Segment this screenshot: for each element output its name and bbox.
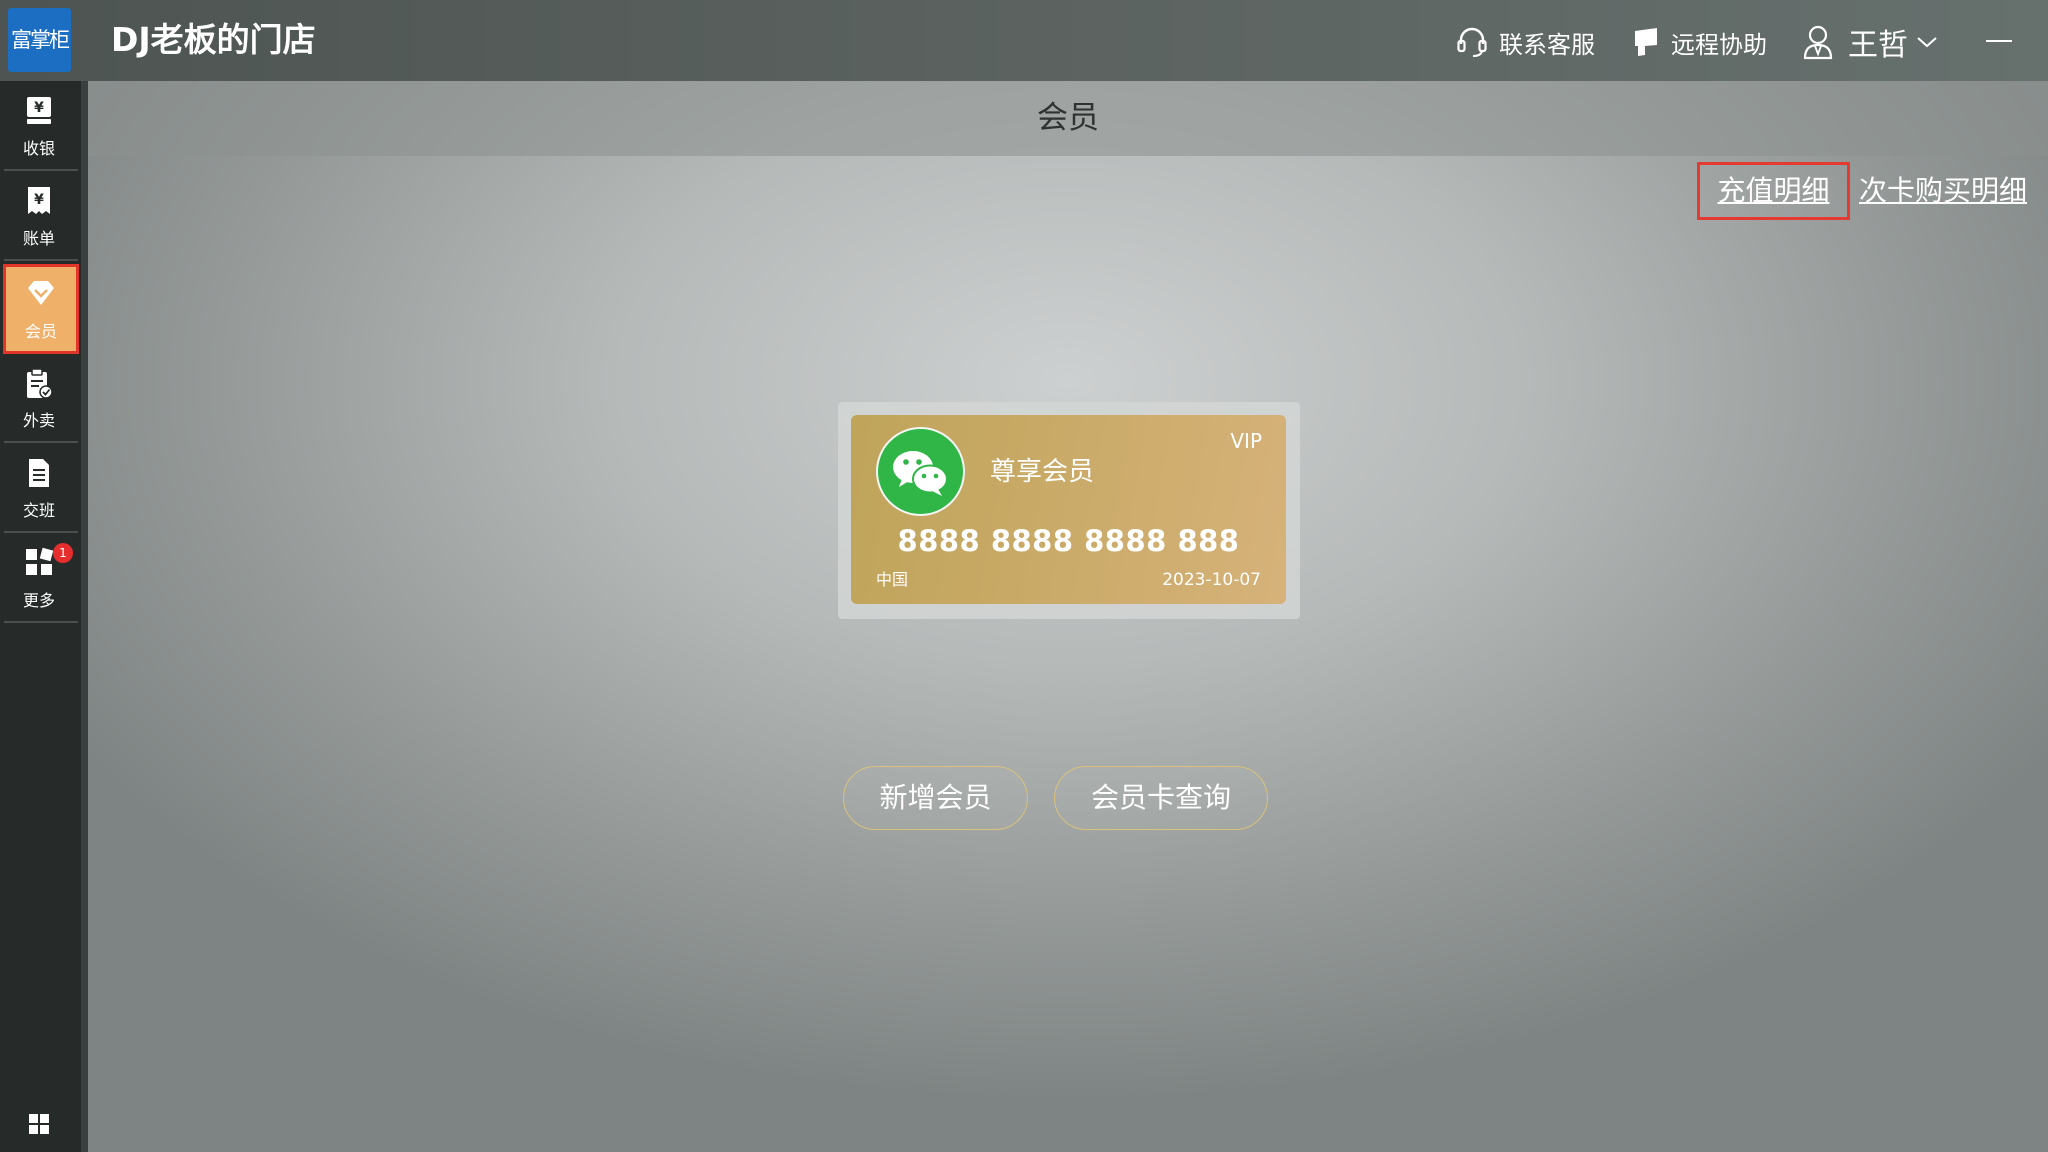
app-logo: 富掌柜 bbox=[8, 8, 71, 72]
sidebar-item-more[interactable]: 1 更多 bbox=[0, 533, 78, 623]
member-card-query-button[interactable]: 会员卡查询 bbox=[1054, 766, 1268, 830]
sidebar-divider bbox=[81, 81, 88, 1152]
sidebar-item-shift[interactable]: 交班 bbox=[0, 443, 78, 533]
user-menu[interactable]: 王哲 bbox=[1802, 22, 1938, 63]
sidebar-item-members[interactable]: 会员 bbox=[3, 264, 79, 354]
cashier-icon: ¥ bbox=[0, 95, 78, 129]
sidebar-item-takeout[interactable]: 外卖 bbox=[0, 353, 78, 443]
member-card: VIP 尊享会员 8888 8888 8888 888 中国 2023-10-0… bbox=[851, 415, 1286, 604]
remote-assist-button[interactable]: 远程协助 bbox=[1631, 22, 1767, 62]
card-number: 8888 8888 8888 888 bbox=[897, 524, 1240, 558]
minimize-button[interactable] bbox=[1984, 26, 2014, 56]
user-icon bbox=[1802, 24, 1834, 60]
takeout-clipboard-icon bbox=[0, 367, 78, 401]
sidebar-item-label: 会员 bbox=[24, 322, 57, 341]
page-title: 会员 bbox=[1037, 100, 1099, 136]
wechat-icon bbox=[876, 427, 965, 516]
store-title: DJ老板的门店 bbox=[111, 20, 316, 59]
sidebar-item-label: 更多 bbox=[22, 591, 55, 610]
main-content: 会员 充值明细 次卡购买明细 VIP 尊享会员 8888 8888 8888 8… bbox=[88, 81, 2048, 1152]
count-card-purchase-detail-link[interactable]: 次卡购买明细 bbox=[1859, 162, 2027, 220]
remote-assist-icon bbox=[1631, 26, 1661, 58]
top-bar: 富掌柜 DJ老板的门店 联系客服 远程协助 王哲 bbox=[0, 0, 2048, 81]
sidebar-item-bills[interactable]: ¥ 账单 bbox=[0, 171, 78, 261]
svg-text:¥: ¥ bbox=[34, 100, 44, 116]
sidebar-item-label: 账单 bbox=[22, 229, 55, 248]
card-region: 中国 bbox=[876, 570, 909, 589]
chevron-down-icon bbox=[1916, 35, 1938, 49]
user-name: 王哲 bbox=[1848, 28, 1908, 63]
card-name: 尊享会员 bbox=[990, 457, 1095, 487]
remote-assist-label: 远程协助 bbox=[1671, 30, 1767, 59]
sidebar-item-label: 外卖 bbox=[22, 411, 55, 430]
shift-handover-icon bbox=[0, 457, 78, 491]
page-header: 会员 bbox=[88, 81, 2048, 156]
sidebar-item-cashier[interactable]: ¥ 收银 bbox=[0, 81, 78, 171]
card-vip-label: VIP bbox=[1230, 429, 1262, 453]
grid-menu-icon[interactable] bbox=[28, 1113, 50, 1135]
recharge-detail-link[interactable]: 充值明细 bbox=[1697, 162, 1850, 220]
contact-support-button[interactable]: 联系客服 bbox=[1455, 22, 1595, 62]
sidebar-item-label: 收银 bbox=[22, 139, 55, 158]
notification-badge: 1 bbox=[53, 543, 73, 563]
member-diamond-icon bbox=[6, 278, 76, 312]
contact-support-label: 联系客服 bbox=[1499, 30, 1595, 59]
add-member-button[interactable]: 新增会员 bbox=[843, 766, 1028, 830]
sidebar-item-label: 交班 bbox=[22, 501, 55, 520]
headset-icon bbox=[1455, 25, 1489, 59]
sidebar-nav: ¥ 收银 ¥ 账单 会员 外卖 交班 1 更多 bbox=[0, 81, 81, 1152]
card-date: 2023-10-07 bbox=[1162, 570, 1261, 590]
bill-icon: ¥ bbox=[0, 185, 78, 219]
svg-text:¥: ¥ bbox=[34, 192, 44, 208]
